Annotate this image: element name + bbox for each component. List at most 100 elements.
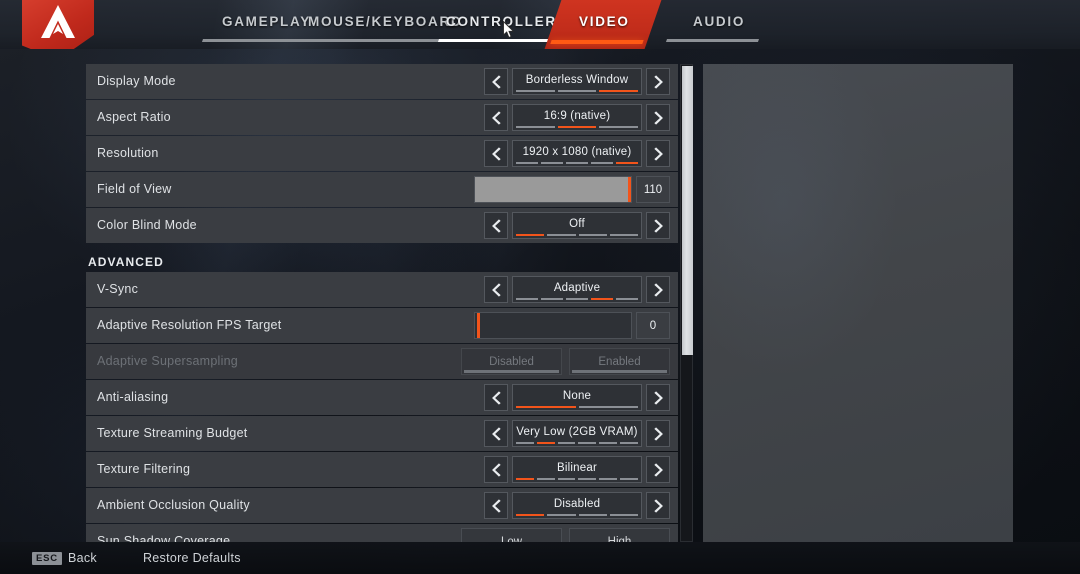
- stepper-prev-button[interactable]: [484, 104, 508, 131]
- stepper-value-box[interactable]: Very Low (2GB VRAM): [512, 420, 642, 447]
- toggle-option-second[interactable]: High: [569, 528, 670, 542]
- stepper-prev-button[interactable]: [484, 212, 508, 239]
- chevron-right-icon: [652, 110, 665, 126]
- back-button[interactable]: Back: [68, 551, 97, 565]
- stepper-prev-button[interactable]: [484, 384, 508, 411]
- segment-indicator: [516, 125, 555, 128]
- apex-legends-logo-icon: [22, 0, 94, 49]
- setting-row-anti-aliasing[interactable]: Anti-aliasing None: [86, 380, 678, 415]
- setting-row-v-sync[interactable]: V-Sync Adaptive: [86, 272, 678, 307]
- setting-row-display-mode[interactable]: Display Mode Borderless Window: [86, 64, 678, 99]
- stepper-next-button[interactable]: [646, 384, 670, 411]
- stepper-value-box[interactable]: Bilinear: [512, 456, 642, 483]
- stepper-segments: [516, 89, 639, 92]
- toggle-control: Low High: [461, 528, 670, 542]
- chevron-right-icon: [652, 498, 665, 514]
- stepper-value-label: Borderless Window: [525, 74, 629, 86]
- settings-scrollbar-track[interactable]: [680, 64, 693, 542]
- stepper-control: Borderless Window: [484, 68, 670, 95]
- tab-audio-label: AUDIO: [693, 14, 746, 29]
- setting-row-aspect-ratio[interactable]: Aspect Ratio 16:9 (native): [86, 100, 678, 135]
- stepper-value-box[interactable]: 1920 x 1080 (native): [512, 140, 642, 167]
- stepper-control: Bilinear: [484, 456, 670, 483]
- tab-video-underline: [550, 40, 644, 44]
- mouse-cursor-icon: [503, 21, 515, 38]
- segment-indicator: [557, 441, 576, 444]
- slider-handle[interactable]: [477, 313, 480, 338]
- settings-header-bar: GAMEPLAY MOUSE/KEYBOARD CONTROLLER VIDEO…: [0, 0, 1080, 49]
- stepper-value-box[interactable]: Off: [512, 212, 642, 239]
- stepper-value-box[interactable]: Adaptive: [512, 276, 642, 303]
- stepper-segments: [516, 441, 638, 444]
- slider-handle[interactable]: [628, 177, 631, 202]
- stepper-segments: [516, 233, 638, 236]
- setting-row-texture-filtering[interactable]: Texture Filtering Bilinear: [86, 452, 678, 487]
- segment-indicator: [557, 477, 576, 480]
- stepper-next-button[interactable]: [646, 68, 670, 95]
- setting-row-texture-streaming-budget[interactable]: Texture Streaming Budget Very Low (2GB VR…: [86, 416, 678, 451]
- stepper-value-box[interactable]: Disabled: [512, 492, 642, 519]
- stepper-value-label: None: [562, 390, 592, 402]
- stepper-value-box[interactable]: None: [512, 384, 642, 411]
- chevron-left-icon: [490, 282, 503, 298]
- setting-row-sun-shadow-coverage[interactable]: Sun Shadow Coverage Low High: [86, 524, 678, 542]
- setting-row-label: Field of View: [97, 182, 172, 196]
- stepper-next-button[interactable]: [646, 276, 670, 303]
- stepper-next-button[interactable]: [646, 420, 670, 447]
- segment-indicator: [516, 161, 538, 164]
- segment-indicator: [547, 233, 576, 236]
- tab-video-label: VIDEO: [578, 14, 630, 29]
- stepper-next-button[interactable]: [646, 456, 670, 483]
- stepper-prev-button[interactable]: [484, 420, 508, 447]
- slider-value-box: 110: [636, 176, 670, 203]
- stepper-control: 16:9 (native): [484, 104, 670, 131]
- stepper-value-label: Bilinear: [557, 462, 597, 474]
- setting-row-adaptive-resolution-fps-target[interactable]: Adaptive Resolution FPS Target 0: [86, 308, 678, 343]
- slider-track[interactable]: [474, 176, 632, 203]
- setting-row-label: V-Sync: [97, 282, 139, 296]
- chevron-left-icon: [490, 146, 503, 162]
- tab-video[interactable]: VIDEO: [544, 0, 662, 49]
- advanced-settings-group: V-Sync Adaptive Adaptive Resolution FPS Ta…: [86, 272, 678, 542]
- stepper-prev-button[interactable]: [484, 68, 508, 95]
- setting-row-ambient-occlusion-quality[interactable]: Ambient Occlusion Quality Disabled: [86, 488, 678, 523]
- toggle-control: Disabled Enabled: [461, 348, 670, 375]
- chevron-left-icon: [490, 498, 503, 514]
- setting-row-label: Adaptive Supersampling: [97, 354, 238, 368]
- stepper-next-button[interactable]: [646, 104, 670, 131]
- stepper-segments: [516, 297, 638, 300]
- stepper-value-box[interactable]: 16:9 (native): [512, 104, 642, 131]
- stepper-segments: [516, 125, 639, 128]
- stepper-value-box[interactable]: Borderless Window: [512, 68, 642, 95]
- segment-indicator: [620, 477, 638, 480]
- toggle-option-second[interactable]: Enabled: [569, 348, 670, 375]
- tab-gameplay-underline: [201, 39, 318, 42]
- setting-row-color-blind-mode[interactable]: Color Blind Mode Off: [86, 208, 678, 243]
- segment-indicator: [599, 89, 639, 92]
- stepper-control: Disabled: [484, 492, 670, 519]
- setting-row-field-of-view[interactable]: Field of View 110: [86, 172, 678, 207]
- setting-row-resolution[interactable]: Resolution 1920 x 1080 (native): [86, 136, 678, 171]
- slider-track[interactable]: [474, 312, 632, 339]
- setting-row-label: Color Blind Mode: [97, 218, 197, 232]
- stepper-prev-button[interactable]: [484, 276, 508, 303]
- toggle-option-first[interactable]: Disabled: [461, 348, 562, 375]
- chevron-right-icon: [652, 390, 665, 406]
- tab-controller-underline: [437, 38, 552, 42]
- stepper-prev-button[interactable]: [484, 456, 508, 483]
- toggle-option-first[interactable]: Low: [461, 528, 562, 542]
- settings-scrollbar-thumb[interactable]: [682, 66, 693, 355]
- slider-control: 110: [474, 176, 670, 203]
- advanced-section-header: ADVANCED: [86, 244, 678, 272]
- toggle-option-label: Disabled: [489, 355, 534, 368]
- stepper-next-button[interactable]: [646, 140, 670, 167]
- chevron-right-icon: [652, 426, 665, 442]
- tab-audio[interactable]: AUDIO: [660, 0, 777, 49]
- stepper-next-button[interactable]: [646, 212, 670, 239]
- setting-row-label: Texture Filtering: [97, 462, 191, 476]
- setting-row-label: Adaptive Resolution FPS Target: [97, 318, 282, 332]
- stepper-prev-button[interactable]: [484, 492, 508, 519]
- restore-defaults-button[interactable]: Restore Defaults: [143, 551, 241, 565]
- stepper-next-button[interactable]: [646, 492, 670, 519]
- stepper-prev-button[interactable]: [484, 140, 508, 167]
